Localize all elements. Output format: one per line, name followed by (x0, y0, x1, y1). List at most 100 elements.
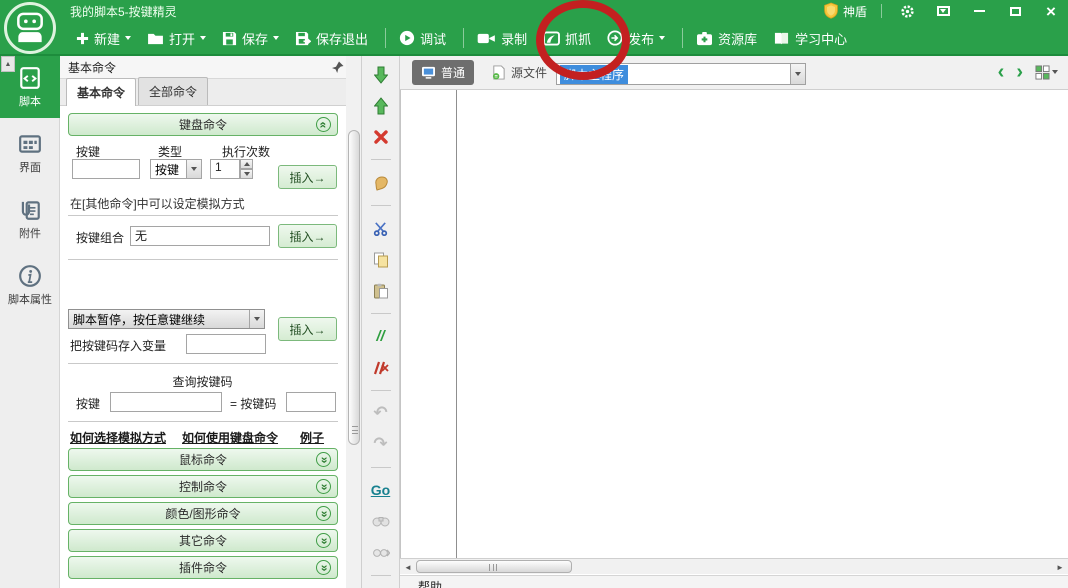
divider (68, 259, 338, 260)
count-input[interactable]: 1 (210, 159, 240, 179)
goto-button[interactable]: Go (368, 480, 394, 501)
new-dropdown-caret (125, 36, 131, 40)
app-logo[interactable] (4, 2, 56, 54)
capture-button[interactable]: 抓抓 (537, 26, 597, 51)
new-button[interactable]: 新建 (70, 26, 137, 51)
undo-button[interactable]: ↶ (368, 403, 394, 424)
query-code-input[interactable] (286, 392, 336, 412)
section-color-commands[interactable]: 颜色/图形命令 « (68, 502, 338, 525)
query-key-input[interactable] (110, 392, 222, 412)
scroll-right-icon: ► (1056, 563, 1064, 572)
save-button[interactable]: 保存 (216, 26, 285, 51)
store-variable-input[interactable] (186, 334, 266, 354)
key-input[interactable] (72, 159, 140, 179)
expand-icon[interactable]: « (316, 533, 331, 548)
scroll-right-button[interactable]: ► (1053, 560, 1067, 574)
find-next-icon (372, 547, 390, 559)
panel-body: 键盘命令 « 按键 类型 执行次数 按键 1 插入→ 在[其他命令]中可以设定模… (60, 107, 345, 588)
sidebar-item-attachment[interactable]: 附件 (0, 188, 60, 250)
step-down-icon[interactable] (240, 169, 253, 179)
pin-icon[interactable] (332, 61, 344, 73)
favorite-button[interactable] (368, 172, 394, 193)
paste-button[interactable] (368, 280, 394, 301)
move-up-button[interactable] (368, 95, 394, 116)
sidebar-item-interface[interactable]: 界面 (0, 122, 60, 184)
window-menu-button[interactable] (932, 2, 954, 20)
minimize-button[interactable] (968, 2, 990, 20)
horizontal-scrollbar[interactable]: ◄ ► (400, 558, 1068, 574)
expand-icon[interactable]: « (316, 506, 331, 521)
open-button[interactable]: 打开 (141, 26, 212, 51)
step-up-icon[interactable] (240, 159, 253, 169)
nav-back-button[interactable]: ‹ (998, 62, 1005, 82)
close-button[interactable]: × (1040, 2, 1062, 20)
sidebar-item-properties[interactable]: 脚本属性 (0, 254, 60, 316)
uncomment-button[interactable] (368, 357, 394, 378)
combo-input[interactable]: 无 (130, 226, 270, 246)
tab-basic-commands[interactable]: 基本命令 (66, 78, 136, 106)
move-down-button[interactable] (368, 64, 394, 85)
view-layout-button[interactable] (1035, 65, 1058, 80)
link-example[interactable]: 例子 (300, 429, 324, 446)
title-toolbar-area: 我的脚本5-按键精灵 神盾 (0, 0, 1068, 56)
section-mouse-commands[interactable]: 鼠标命令 « (68, 448, 338, 471)
count-stepper[interactable] (240, 159, 253, 179)
panel-scroll-thumb[interactable] (348, 130, 360, 445)
save-exit-button[interactable]: 保存退出 (289, 26, 374, 51)
hscroll-thumb[interactable] (416, 560, 572, 573)
floppy-icon (222, 31, 237, 46)
section-plugin-commands[interactable]: 插件命令 « (68, 556, 338, 579)
section-keyboard-commands[interactable]: 键盘命令 « (68, 113, 338, 136)
type-select[interactable]: 按键 (150, 159, 202, 179)
command-panel: 基本命令 基本命令 全部命令 键盘命令 « 按键 类型 执行次数 按键 1 (60, 56, 362, 588)
help-label: 帮助 (418, 578, 442, 588)
cut-button[interactable] (368, 218, 394, 239)
expand-icon[interactable]: « (316, 452, 331, 467)
scroll-up-button[interactable]: ▲ (1, 56, 15, 72)
toolbar-separator (371, 159, 391, 160)
section-other-commands[interactable]: 其它命令 « (68, 529, 338, 552)
expand-icon[interactable]: « (316, 479, 331, 494)
learning-button[interactable]: 学习中心 (767, 26, 853, 51)
gear-icon (900, 4, 915, 19)
section-control-commands[interactable]: 控制命令 « (68, 475, 338, 498)
nav-forward-button[interactable]: › (1016, 62, 1023, 82)
collapse-icon[interactable]: « (316, 117, 331, 132)
copy-button[interactable] (368, 249, 394, 270)
panel-header: 基本命令 (60, 56, 362, 79)
comment-button[interactable]: // (368, 326, 394, 347)
toolbar-separator (371, 575, 391, 576)
delete-button[interactable] (368, 126, 394, 147)
window-dropdown-icon (937, 6, 950, 16)
tab-normal-view[interactable]: 普通 (412, 60, 474, 85)
link-usage[interactable]: 如何使用键盘命令 (182, 429, 278, 446)
find-button[interactable] (368, 511, 394, 532)
tab-all-commands[interactable]: 全部命令 (138, 77, 208, 105)
open-dropdown-caret (200, 36, 206, 40)
insert-pause-button[interactable]: 插入→ (278, 317, 337, 341)
uncomment-icon (373, 361, 389, 375)
debug-button[interactable]: 调试 (393, 26, 452, 51)
tab-source-view[interactable]: 源文件 (482, 60, 556, 85)
code-editor[interactable] (400, 90, 1068, 558)
insert-combo-button[interactable]: 插入→ (278, 224, 337, 248)
scroll-left-icon: ◄ (404, 563, 412, 572)
count-label: 执行次数 (222, 143, 270, 160)
subroutine-select[interactable]: 脚本主程序 (556, 63, 806, 85)
find-next-button[interactable] (368, 542, 394, 563)
maximize-button[interactable] (1004, 2, 1026, 20)
scroll-left-button[interactable]: ◄ (401, 560, 415, 574)
delete-icon (374, 130, 388, 144)
pause-select[interactable]: 脚本暂停，按任意键继续 (68, 309, 265, 329)
divider (68, 363, 338, 364)
query-key-label: 按键 (76, 395, 100, 412)
expand-icon[interactable]: « (316, 560, 331, 575)
redo-button[interactable]: ↷ (368, 434, 394, 455)
resources-button[interactable]: 资源库 (690, 26, 763, 51)
settings-button[interactable] (896, 2, 918, 20)
insert-key-button[interactable]: 插入→ (278, 165, 337, 189)
publish-button[interactable]: 发布 (601, 26, 671, 51)
record-button[interactable]: 录制 (471, 26, 533, 51)
link-simulation[interactable]: 如何选择模拟方式 (70, 429, 166, 446)
shield-button[interactable]: 神盾 (823, 2, 867, 20)
